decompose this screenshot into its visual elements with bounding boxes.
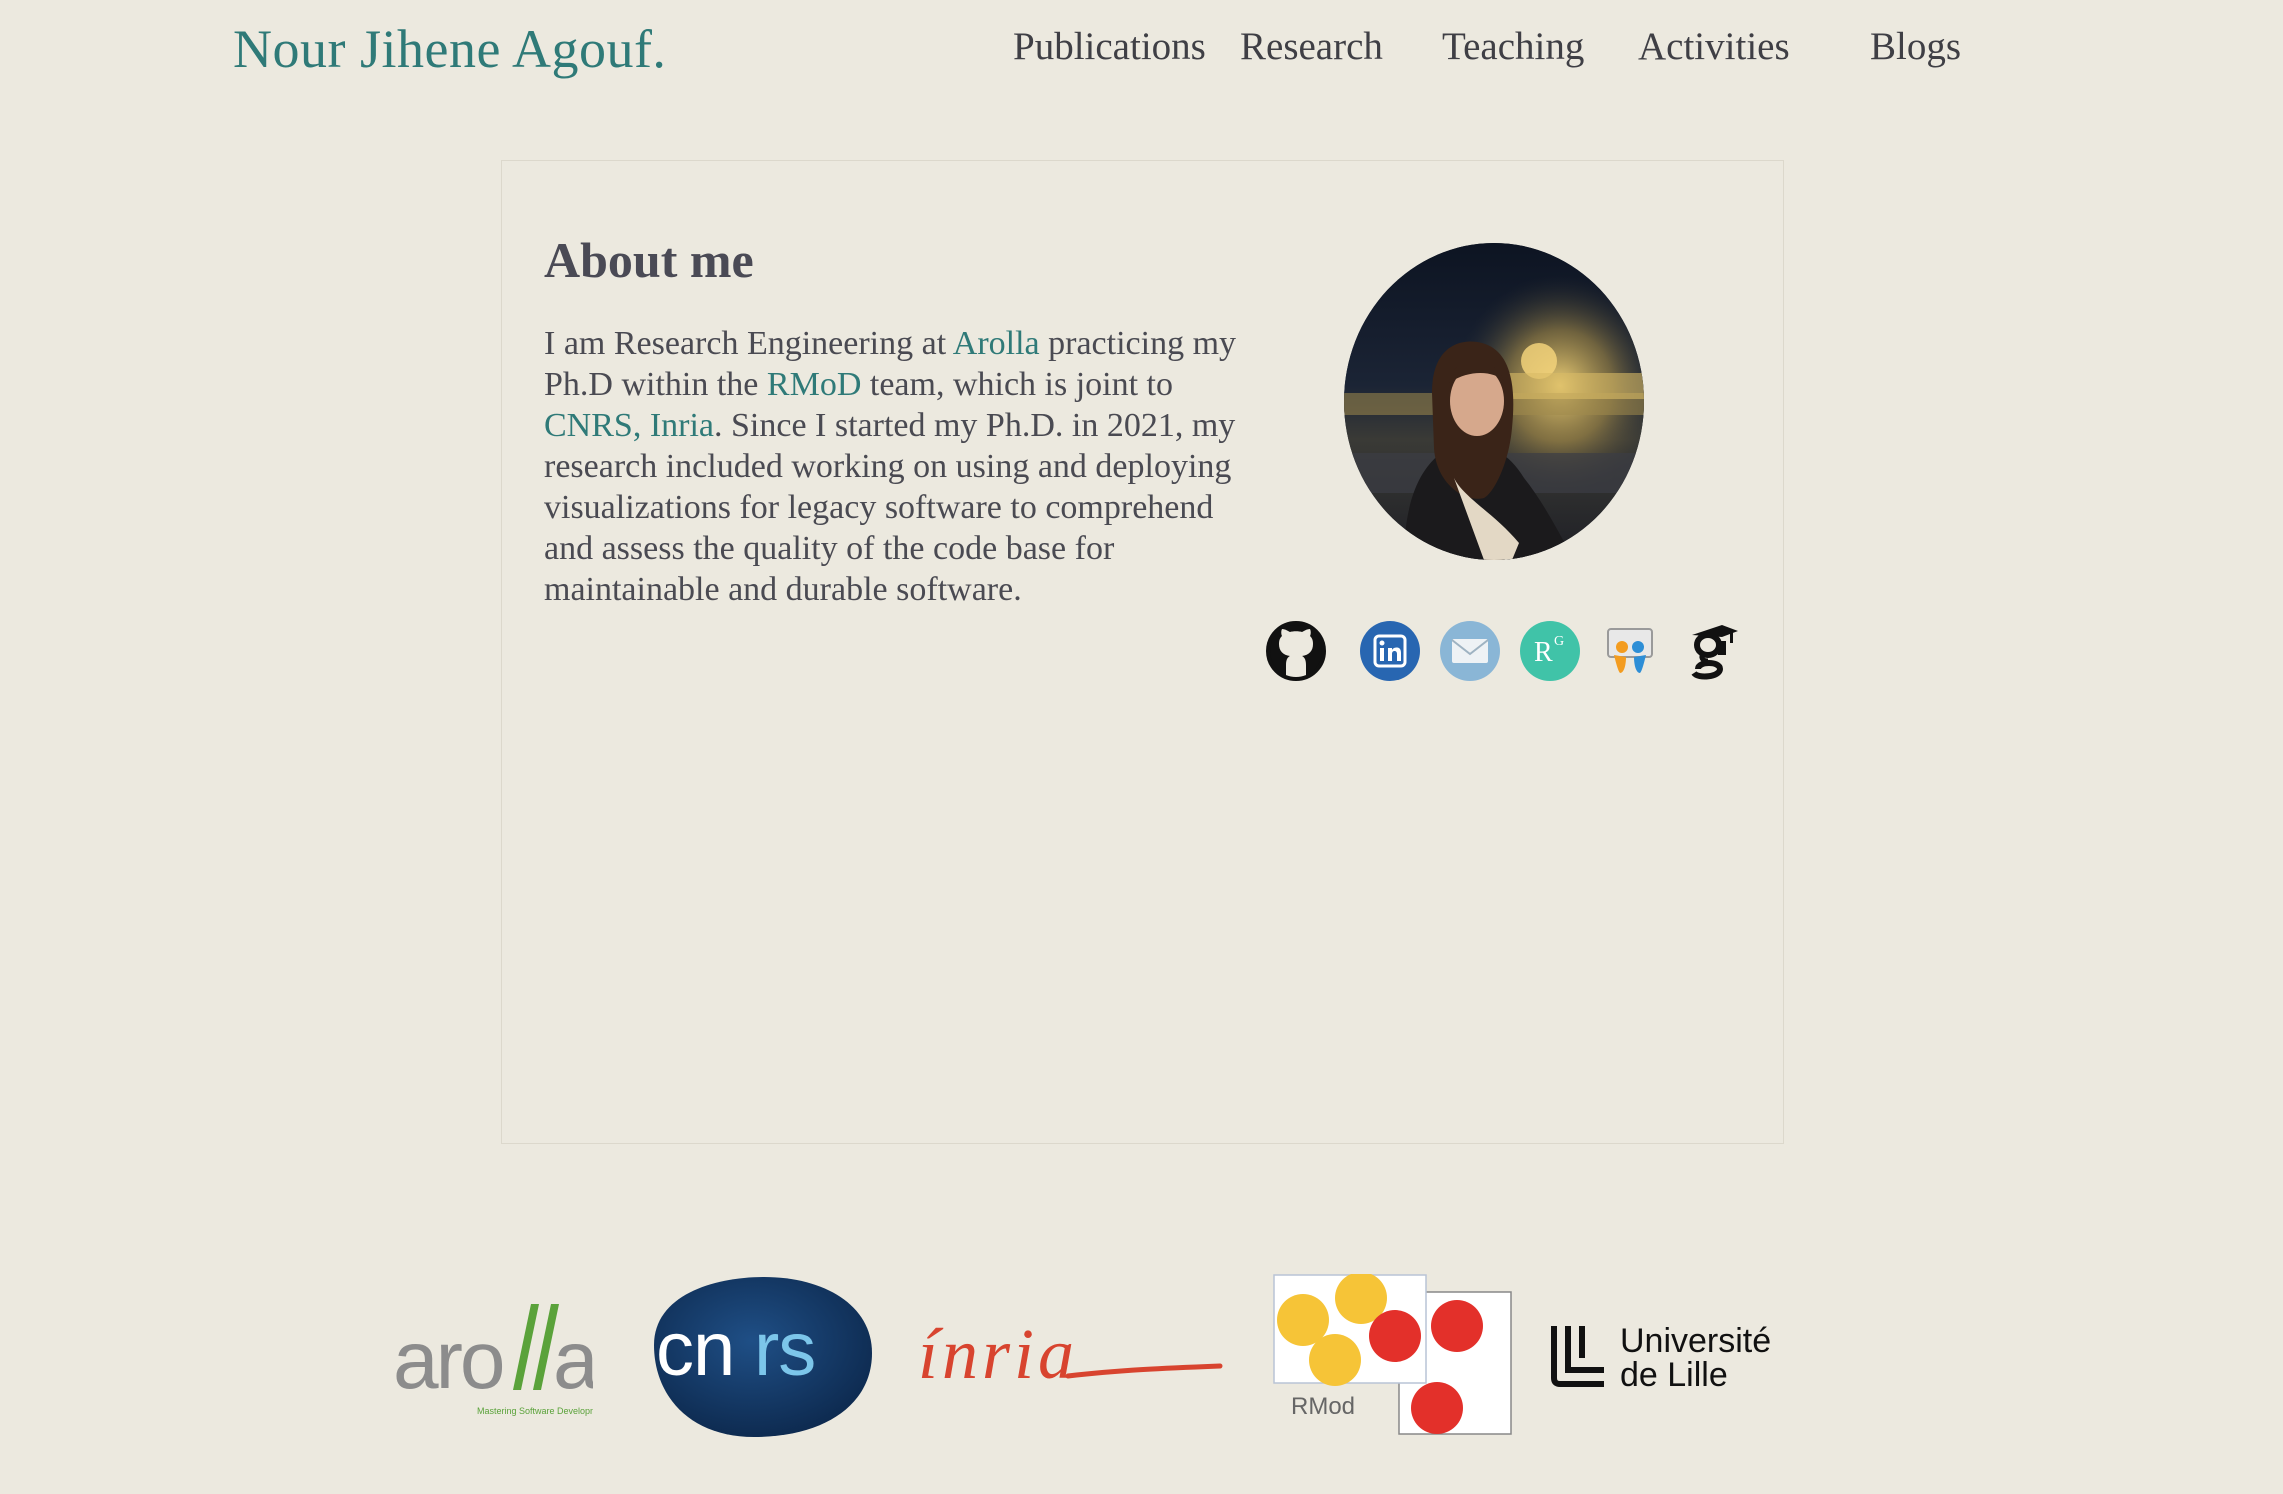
about-heading: About me bbox=[544, 232, 754, 288]
arolla-logo-graphic: aro a Mastering Software Development bbox=[393, 1304, 611, 1416]
cnrs-logo[interactable]: cn rs bbox=[634, 1275, 874, 1438]
github-icon bbox=[1266, 621, 1326, 681]
rmod-logo[interactable]: RMod bbox=[1273, 1272, 1513, 1436]
svg-text:Université: Université bbox=[1620, 1322, 1771, 1360]
cnrs-inria-link[interactable]: CNRS, Inria bbox=[544, 407, 714, 444]
linkedin-icon bbox=[1360, 621, 1420, 681]
svg-text:ínria: ínria bbox=[918, 1320, 1078, 1394]
email-icon bbox=[1440, 621, 1500, 681]
social-links: R G bbox=[502, 619, 1783, 689]
svg-text:G: G bbox=[1554, 634, 1564, 649]
inria-logo-graphic: ínria bbox=[918, 1314, 1223, 1394]
arolla-link[interactable]: Arolla bbox=[953, 325, 1040, 362]
svg-text:RMod: RMod bbox=[1291, 1393, 1355, 1420]
universite-de-lille-logo[interactable]: Université de Lille bbox=[1550, 1318, 1800, 1408]
google-scholar-link[interactable] bbox=[1678, 619, 1742, 683]
nav-publications[interactable]: Publications bbox=[1013, 24, 1206, 69]
svg-text:R: R bbox=[1534, 637, 1553, 668]
svg-text:a: a bbox=[553, 1315, 593, 1406]
cnrs-logo-graphic: cn rs bbox=[654, 1277, 872, 1437]
nav-research[interactable]: Research bbox=[1240, 24, 1383, 69]
slideshare-icon bbox=[1607, 628, 1653, 673]
universite-de-lille-logo-graphic: Université de Lille bbox=[1551, 1322, 1771, 1394]
google-scholar-icon bbox=[1691, 625, 1738, 680]
profile-photo bbox=[1344, 243, 1644, 560]
profile-photo-illustration bbox=[1344, 243, 1644, 560]
rmod-link[interactable]: RMoD bbox=[767, 366, 861, 403]
about-card: About me I am Research Engineering at Ar… bbox=[501, 160, 1784, 1144]
about-text-part: team, which is joint to bbox=[861, 366, 1174, 403]
nav-activities[interactable]: Activities bbox=[1638, 24, 1790, 69]
nav-teaching[interactable]: Teaching bbox=[1442, 24, 1584, 69]
svg-text:de Lille: de Lille bbox=[1620, 1356, 1728, 1394]
svg-text:Mastering Software Development: Mastering Software Development bbox=[477, 1406, 593, 1416]
researchgate-link[interactable]: R G bbox=[1518, 619, 1582, 683]
inria-logo[interactable]: ínria bbox=[918, 1314, 1223, 1400]
svg-text:cn: cn bbox=[656, 1307, 734, 1392]
about-text-part: I am Research Engineering at bbox=[544, 325, 953, 362]
nav-blogs[interactable]: Blogs bbox=[1870, 24, 1961, 69]
svg-text:rs: rs bbox=[754, 1307, 815, 1392]
researchgate-icon: R G bbox=[1520, 621, 1580, 681]
about-paragraph: I am Research Engineering at Arolla prac… bbox=[544, 323, 1256, 610]
linkedin-link[interactable] bbox=[1358, 619, 1422, 683]
arolla-logo[interactable]: aro a Mastering Software Development bbox=[393, 1296, 611, 1426]
github-link[interactable] bbox=[1264, 619, 1328, 683]
svg-text:aro: aro bbox=[393, 1315, 503, 1406]
partner-logos: aro a Mastering Software Development cn … bbox=[0, 1260, 2283, 1460]
main-nav: Publications Research Teaching Activitie… bbox=[0, 24, 2283, 80]
slideshare-link[interactable] bbox=[1598, 619, 1662, 683]
rmod-logo-graphic: RMod bbox=[1273, 1272, 1512, 1435]
email-link[interactable] bbox=[1438, 619, 1502, 683]
